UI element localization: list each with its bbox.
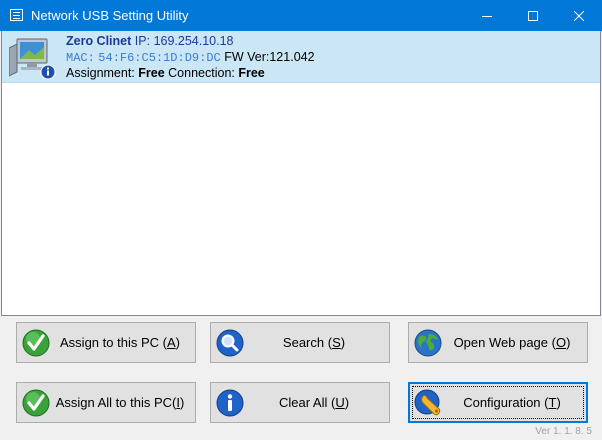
open-web-page-button[interactable]: Open Web page (O)	[408, 322, 588, 363]
connection-label: Connection:	[168, 66, 235, 80]
device-list-item[interactable]: Zero Clinet IP: 169.254.10.18 MAC: 54:F6…	[2, 31, 600, 83]
open-web-page-label: Open Web page (O)	[453, 335, 571, 350]
minimize-icon	[482, 15, 492, 17]
device-line-1: Zero Clinet IP: 169.254.10.18	[66, 34, 234, 48]
device-line-2: MAC: 54:F6:C5:1D:D9:DC FW Ver:121.042	[66, 50, 315, 65]
magnifier-icon	[216, 329, 244, 356]
device-name: Zero Clinet	[66, 34, 132, 48]
clear-all-label: Clear All (U)	[278, 395, 350, 410]
mac-value: 54:F6:C5:1D:D9:DC	[98, 51, 221, 65]
ip-value: 169.254.10.18	[153, 34, 234, 48]
maximize-icon	[528, 10, 538, 21]
green-check-icon	[22, 329, 50, 356]
mac-label: MAC:	[66, 51, 95, 65]
ip-label: IP:	[134, 34, 151, 48]
window-title: Network USB Setting Utility	[31, 8, 189, 23]
clear-all-button[interactable]: Clear All (U)	[210, 382, 390, 423]
search-button[interactable]: Search (S)	[210, 322, 390, 363]
device-list[interactable]: Zero Clinet IP: 169.254.10.18 MAC: 54:F6…	[1, 31, 601, 316]
assign-to-pc-button[interactable]: Assign to this PC (A)	[16, 322, 196, 363]
close-icon	[574, 10, 584, 21]
assignment-value: Free	[138, 66, 165, 80]
configuration-button[interactable]: Configuration (T)	[408, 382, 588, 423]
globe-icon	[414, 329, 442, 356]
green-check-icon	[22, 389, 50, 416]
assign-all-to-pc-button[interactable]: Assign All to this PC(I)	[16, 382, 196, 423]
device-line-3: Assignment: Free Connection: Free	[66, 66, 265, 80]
maximize-button[interactable]	[510, 0, 556, 31]
assignment-label: Assignment:	[66, 66, 135, 80]
fw-value: 121.042	[269, 50, 315, 64]
title-bar: Network USB Setting Utility	[0, 0, 602, 31]
computer-info-icon	[9, 38, 56, 80]
assign-to-pc-label: Assign to this PC (A)	[60, 335, 180, 350]
info-icon	[216, 389, 244, 416]
connection-value: Free	[238, 66, 265, 80]
search-label: Search (S)	[282, 335, 346, 350]
fw-label: FW Ver:	[224, 50, 270, 64]
version-label: Ver 1. 1. 8. 5	[535, 426, 592, 437]
minimize-button[interactable]	[464, 0, 510, 31]
focus-rectangle	[412, 386, 584, 419]
close-button[interactable]	[556, 0, 602, 31]
assign-all-to-pc-label: Assign All to this PC(I)	[55, 395, 185, 410]
window-icon	[10, 9, 23, 21]
